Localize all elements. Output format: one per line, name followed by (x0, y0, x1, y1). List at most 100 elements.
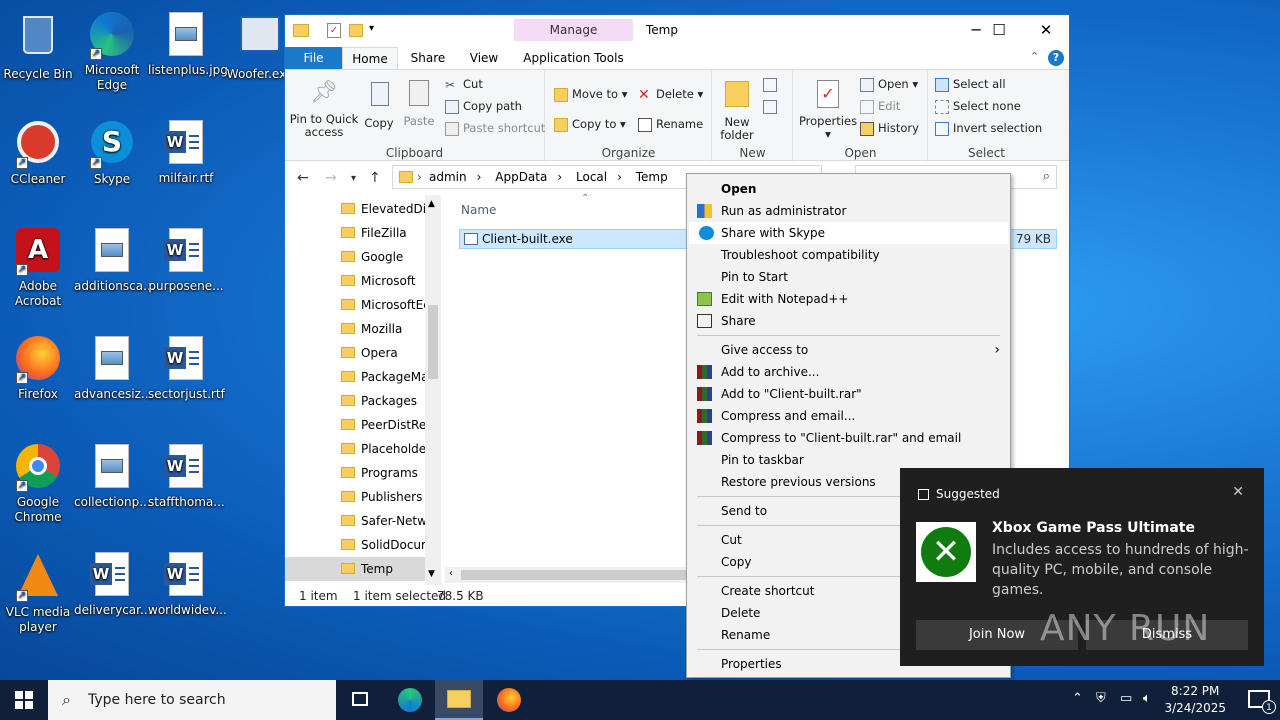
paste-shortcut-button[interactable]: Paste shortcut (445, 118, 545, 138)
menu-item-run-as-administrator[interactable]: Run as administrator (687, 200, 1010, 222)
security-icon[interactable]: ⛨ (1096, 691, 1106, 706)
breadcrumb-local[interactable]: Local (576, 170, 607, 184)
tree-item[interactable]: Publishers (341, 485, 422, 509)
column-header-name[interactable]: Name (461, 203, 496, 217)
close-button[interactable]: ✕ (1023, 15, 1069, 47)
recent-locations-button[interactable]: ▾ (351, 173, 356, 184)
taskbar-edge-button[interactable] (386, 680, 434, 720)
menu-item-add-to-client-built-rar[interactable]: Add to "Client-built.rar" (687, 383, 1010, 405)
menu-item-troubleshoot-compatibility[interactable]: Troubleshoot compatibility (687, 244, 1010, 266)
task-view-button[interactable] (336, 680, 384, 720)
paste-button[interactable]: Paste (401, 78, 437, 128)
desktop-icon-image[interactable]: additionsca... (74, 226, 155, 294)
horizontal-scrollbar[interactable]: ‹ (445, 567, 695, 583)
volume-icon[interactable]: 🔈︎ (1143, 691, 1151, 706)
tree-item[interactable]: SolidDocum (341, 533, 433, 557)
tree-item[interactable]: Microsoft (341, 269, 416, 293)
breadcrumb-chevron[interactable]: › (417, 166, 422, 188)
history-button[interactable]: History (860, 118, 919, 138)
pin-to-quick-access-button[interactable]: 📌︎ Pin to Quick access (289, 78, 359, 139)
tree-item[interactable]: FileZilla (341, 221, 407, 245)
navigation-scrollbar[interactable]: ▲ ▼ (425, 195, 441, 585)
back-button[interactable]: ← (297, 170, 309, 186)
tab-application-tools[interactable]: Application Tools (514, 47, 633, 69)
help-icon[interactable]: ? (1048, 50, 1064, 66)
tree-item[interactable]: PackageMa (341, 365, 428, 389)
tree-item[interactable]: Packages (341, 389, 417, 413)
tab-home[interactable]: Home (342, 47, 398, 70)
desktop-icon-word[interactable]: Wsectorjust.rtf (148, 334, 225, 402)
tree-item[interactable]: Temp (285, 557, 425, 581)
move-to-button[interactable]: Move to ▾ (554, 84, 627, 104)
toast-close-icon[interactable]: ✕ (1232, 484, 1244, 500)
new-folder-button[interactable]: New folder (717, 78, 757, 142)
up-button[interactable]: ↑ (369, 170, 381, 186)
scroll-down-icon[interactable]: ▼ (428, 569, 435, 579)
action-center-button[interactable]: 1 (1248, 690, 1276, 714)
open-button[interactable]: Open ▾ (860, 74, 918, 94)
desktop-icon-word[interactable]: Wdeliverycar... (74, 550, 151, 618)
collapse-ribbon-icon[interactable]: ⌃ (1030, 50, 1039, 63)
menu-item-give-access-to[interactable]: Give access to › (687, 339, 1010, 361)
easy-access-icon[interactable] (763, 100, 777, 114)
properties-button[interactable]: ✓ Properties ▾ (796, 78, 860, 141)
tab-file[interactable]: File (285, 47, 342, 69)
desktop-icon-image[interactable]: collectionp... (74, 442, 151, 510)
clock[interactable]: 8:22 PM 3/24/2025 (1164, 683, 1226, 717)
breadcrumb-temp[interactable]: Temp (636, 170, 668, 184)
tree-item[interactable]: PeerDistRep (341, 413, 434, 437)
copy-to-button[interactable]: Copy to ▾ (554, 114, 626, 134)
desktop-icon-image[interactable]: advancesiz... (74, 334, 152, 402)
desktop-icon-word[interactable]: Wmilfair.rtf (148, 118, 224, 186)
scroll-up-icon[interactable]: ▲ (428, 199, 435, 209)
menu-item-compress-and-email[interactable]: Compress and email... (687, 405, 1010, 427)
menu-item-share-with-skype[interactable]: Share with Skype (689, 222, 1008, 244)
scrollbar-thumb[interactable] (428, 305, 438, 379)
rename-button[interactable]: Rename (638, 114, 703, 134)
tree-item[interactable]: Safer-Netwo (341, 509, 434, 533)
new-item-icon[interactable] (763, 78, 777, 92)
invert-selection-button[interactable]: Invert selection (935, 118, 1042, 138)
desktop-icon-firefox[interactable]: ↗ Firefox (0, 334, 76, 402)
start-button[interactable] (0, 680, 48, 720)
tree-item[interactable]: Placeholder (341, 437, 431, 461)
taskbar-search-box[interactable]: ⌕ Type here to search (48, 680, 336, 720)
horizontal-scrollbar-thumb[interactable] (461, 570, 695, 580)
network-icon[interactable]: ▭ (1120, 691, 1132, 706)
desktop-icon-image[interactable]: listenplus.jpg (148, 10, 228, 78)
taskbar-explorer-button[interactable] (435, 680, 483, 720)
forward-button[interactable]: → (325, 170, 337, 186)
menu-item-add-to-archive[interactable]: Add to archive... (687, 361, 1010, 383)
desktop-icon-word[interactable]: Wstaffthoma... (148, 442, 225, 510)
tree-item[interactable]: MicrosoftEc (341, 293, 430, 317)
desktop-icon-ccleaner[interactable]: ↗ CCleaner (0, 118, 76, 187)
quick-access-dropdown-icon[interactable]: ▾ (369, 23, 374, 34)
desktop-icon-recycle[interactable]: Recycle Bin (0, 10, 76, 82)
delete-button[interactable]: ✕ Delete ▾ (638, 84, 703, 104)
desktop-icon-chrome[interactable]: ↗ Google Chrome (0, 442, 76, 525)
tree-item[interactable]: Opera (341, 341, 398, 365)
new-folder-quick-icon[interactable] (349, 24, 363, 37)
show-hidden-icons-icon[interactable]: ⌃ (1072, 691, 1083, 706)
select-all-button[interactable]: Select all (935, 74, 1006, 94)
properties-quick-icon[interactable]: ✓ (327, 23, 341, 38)
tree-item[interactable]: Google (341, 245, 403, 269)
copy-path-button[interactable]: Copy path (445, 96, 522, 116)
breadcrumb-appdata[interactable]: AppData (495, 170, 547, 184)
cut-button[interactable]: ✂ Cut (445, 74, 483, 94)
desktop-icon-acrobat[interactable]: A ↗ Adobe Acrobat (0, 226, 76, 309)
desktop-icon-skype[interactable]: S ↗ Skype (74, 118, 150, 187)
menu-item-edit-with-notepad[interactable]: Edit with Notepad++ (687, 288, 1010, 310)
select-none-button[interactable]: Select none (935, 96, 1021, 116)
menu-item-pin-to-start[interactable]: Pin to Start (687, 266, 1010, 288)
menu-item-share[interactable]: Share (687, 310, 1010, 332)
taskbar-firefox-button[interactable] (485, 680, 533, 720)
desktop-icon-word[interactable]: Wpurposene... (148, 226, 224, 294)
menu-item-compress-to-client-built-rar-and-email[interactable]: Compress to "Client-built.rar" and email (687, 427, 1010, 449)
desktop-icon-word[interactable]: Wworldwidev... (148, 550, 227, 618)
tree-item[interactable]: Programs (341, 461, 418, 485)
desktop-icon-edge[interactable]: ↗ Microsoft Edge (74, 10, 150, 93)
desktop-icon-vlc[interactable]: ↗ VLC media player (0, 550, 76, 635)
tab-share[interactable]: Share (398, 47, 458, 69)
maximize-button[interactable]: ☐ (976, 15, 1022, 47)
